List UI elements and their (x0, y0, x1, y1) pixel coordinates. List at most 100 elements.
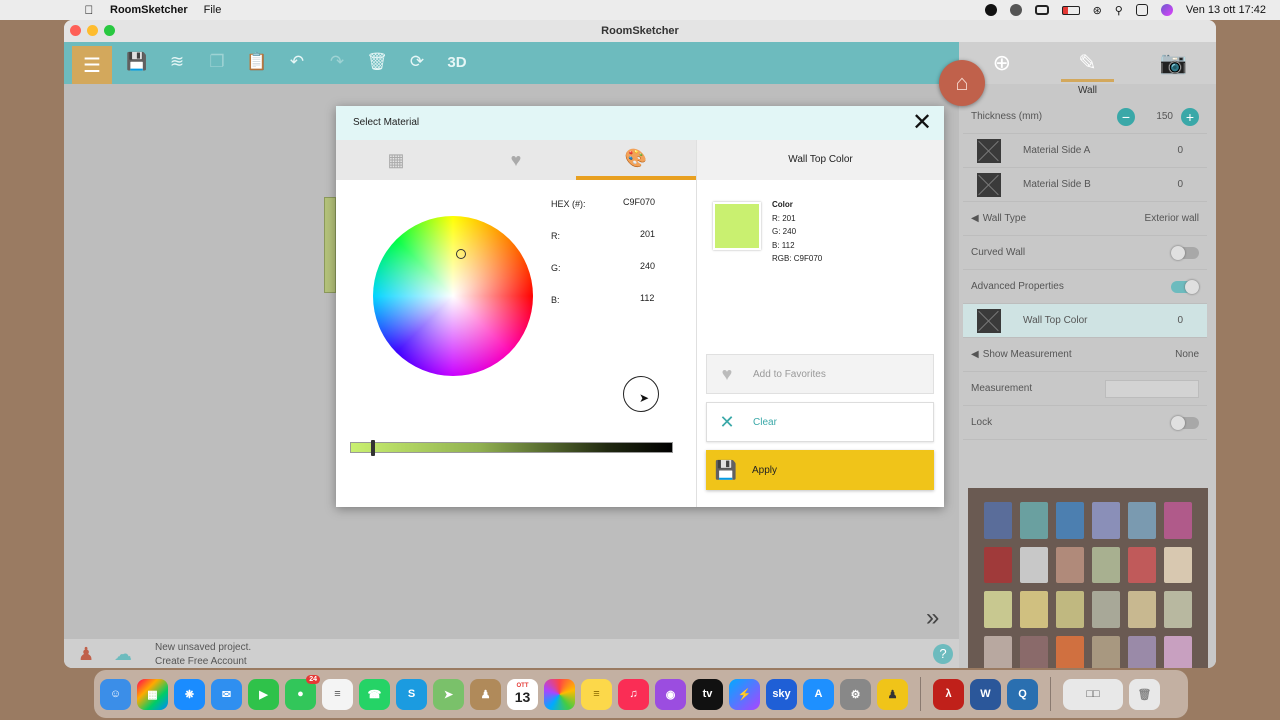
close-window-button[interactable] (70, 25, 81, 36)
view-360-icon[interactable]: ⟳ (404, 48, 430, 76)
lock-toggle[interactable] (1171, 415, 1199, 430)
material-b-row[interactable]: Material Side B 0 (963, 168, 1207, 202)
camera-tab-icon[interactable]: 📷 (1130, 42, 1216, 84)
messenger-icon[interactable]: ⚡ (729, 678, 760, 710)
lock-row: Lock (963, 406, 1207, 440)
increase-thickness-button[interactable]: + (1181, 107, 1199, 126)
decrease-thickness-button[interactable]: − (1117, 107, 1135, 126)
curved-wall-toggle[interactable] (1171, 245, 1199, 260)
hamburger-menu-button[interactable]: ☰ (72, 46, 112, 84)
color-wheel[interactable] (373, 216, 533, 376)
quicktime-icon[interactable]: Q (1007, 678, 1038, 710)
contacts-icon[interactable]: ♟ (470, 678, 501, 710)
favorites-tab-icon[interactable]: ♥ (456, 140, 576, 180)
window-controls (70, 25, 115, 36)
sky-go-icon[interactable]: sky (766, 678, 797, 710)
podcasts-icon[interactable]: ◉ (655, 678, 686, 710)
advanced-properties-toggle[interactable] (1171, 279, 1199, 294)
create-account-link[interactable]: Create Free Account (155, 655, 251, 668)
skype-icon[interactable]: S (396, 678, 427, 710)
dock-separator (920, 677, 921, 711)
paste-icon[interactable]: 📋 (244, 48, 270, 76)
slider-handle[interactable] (371, 440, 375, 456)
material-b-label: Material Side B (1023, 179, 1091, 190)
launchpad-icon[interactable]: ▦ (137, 678, 168, 710)
search-icon[interactable]: ⚲ (1115, 4, 1123, 17)
palette-tab-icon[interactable]: 🎨 (576, 140, 696, 180)
save-icon[interactable]: 💾 (124, 48, 150, 76)
clear-button[interactable]: ✕ Clear (706, 402, 934, 442)
bluetooth-icon[interactable]: ⊛ (1093, 4, 1102, 17)
view-3d-button[interactable]: 3D (444, 48, 470, 76)
material-swatch-icon (977, 172, 1001, 197)
notes-icon[interactable]: ≡ (581, 678, 612, 710)
apply-button[interactable]: 💾 Apply (706, 450, 934, 490)
wifi-icon[interactable] (1034, 5, 1049, 15)
user-icon[interactable]: ♟ (78, 644, 94, 665)
control-center-icon[interactable] (1135, 4, 1148, 16)
zoom-window-button[interactable] (104, 25, 115, 36)
record-icon[interactable] (984, 4, 997, 16)
finder-icon[interactable]: ☺ (100, 678, 131, 710)
measurement-label: Measurement (971, 383, 1033, 394)
music-icon[interactable]: ♫ (618, 678, 649, 710)
maps-icon[interactable]: ➤ (433, 678, 464, 710)
grid-tab-icon[interactable]: ▦ (336, 140, 456, 180)
close-icon[interactable]: ✕ (912, 111, 932, 135)
minimize-window-button[interactable] (87, 25, 98, 36)
creative-cloud-icon[interactable] (1009, 4, 1022, 16)
clock[interactable]: Ven 13 ott 17:42 (1186, 4, 1266, 16)
wall-type-row[interactable]: ◀ Wall Type Exterior wall (963, 202, 1207, 236)
expand-chevron-icon[interactable]: » (926, 604, 939, 632)
r-input[interactable]: 201 (640, 229, 655, 239)
selected-wall[interactable] (324, 197, 336, 293)
trash-icon[interactable]: 🗑 (1129, 678, 1160, 710)
whatsapp-icon[interactable]: ☎ (359, 678, 390, 710)
brightness-slider[interactable] (350, 440, 673, 456)
copy-icon[interactable]: ❐ (204, 48, 230, 76)
redo-icon[interactable]: ↷ (324, 48, 350, 76)
undo-icon[interactable]: ↶ (284, 48, 310, 76)
acrobat-icon[interactable]: λ (933, 678, 964, 710)
color-wheel-marker[interactable] (456, 249, 466, 259)
add-to-favorites-button[interactable]: ♥ Add to Favorites (706, 354, 934, 394)
messages-icon[interactable]: ● 24 (285, 674, 320, 710)
apple-menu-icon[interactable]:  (80, 3, 98, 17)
help-icon[interactable]: ? (933, 644, 953, 664)
file-menu[interactable]: File (204, 4, 222, 16)
battery-icon[interactable] (1061, 5, 1080, 15)
system-preferences-icon[interactable]: ⚙ (840, 678, 871, 710)
siri-icon[interactable] (1160, 4, 1173, 16)
show-measurement-row[interactable]: ◀ Show Measurement None (963, 338, 1207, 372)
material-swatch-icon (977, 308, 1001, 333)
panel-title: Wall (1077, 85, 1098, 96)
show-measurement-label: Show Measurement (982, 349, 1072, 360)
apple-tv-icon[interactable]: tv (692, 678, 723, 710)
wall-top-color-row[interactable]: Wall Top Color 0 (963, 304, 1207, 338)
mail-icon[interactable]: ✉ (211, 678, 242, 710)
material-a-row[interactable]: Material Side A 0 (963, 134, 1207, 168)
reminders-icon[interactable]: ≡ (322, 678, 353, 710)
downloads-stack-icon[interactable]: □□ (1063, 678, 1123, 710)
safari-icon[interactable]: ❋ (174, 678, 205, 710)
cloud-icon[interactable]: ☁ (114, 644, 132, 665)
delete-icon[interactable]: 🗑 (364, 48, 390, 76)
curved-wall-label: Curved Wall (971, 247, 1026, 258)
hex-input[interactable]: C9F070 (623, 197, 655, 207)
measurement-input[interactable] (1105, 379, 1199, 398)
g-input[interactable]: 240 (640, 261, 655, 271)
preview-icon[interactable]: ♟ (877, 678, 908, 710)
edit-tab-icon[interactable]: ✎ (1045, 42, 1131, 84)
status-icons: ⊛ ⚲ Ven 13 ott 17:42 (984, 4, 1280, 17)
home-fab-icon[interactable]: ⌂ (939, 60, 985, 106)
calendar-icon[interactable]: OTT 13 (507, 678, 538, 710)
b-input[interactable]: 112 (640, 293, 654, 303)
photos-icon[interactable] (544, 678, 575, 710)
app-store-icon[interactable]: A (803, 678, 834, 710)
app-menu[interactable]: RoomSketcher (110, 4, 188, 16)
thickness-value[interactable]: 150 (1143, 111, 1173, 122)
furniture-catalog-image[interactable] (968, 488, 1208, 668)
levels-icon[interactable]: ≋ (164, 48, 190, 76)
word-icon[interactable]: W (970, 678, 1001, 710)
facetime-icon[interactable]: ▶ (248, 678, 279, 710)
